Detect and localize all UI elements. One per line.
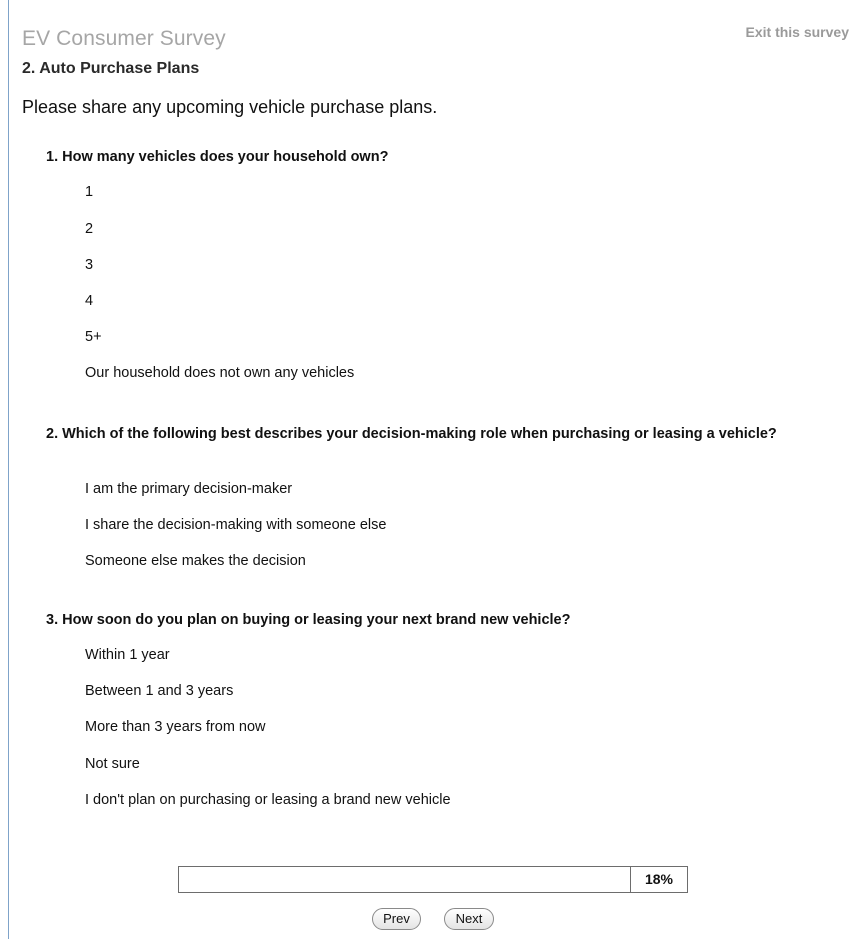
question-3-option-1[interactable]: Within 1 year <box>85 647 170 663</box>
question-3-option-5[interactable]: I don't plan on purchasing or leasing a … <box>85 792 451 808</box>
next-button[interactable]: Next <box>444 908 494 930</box>
question-1-option-5[interactable]: 5+ <box>85 329 102 345</box>
prev-button[interactable]: Prev <box>372 908 421 930</box>
question-2-option-2[interactable]: I share the decision-making with someone… <box>85 517 386 533</box>
progress-bar: 18% <box>178 866 688 893</box>
question-1-option-1[interactable]: 1 <box>85 184 93 200</box>
question-2-option-1[interactable]: I am the primary decision-maker <box>85 481 292 497</box>
progress-percent: 18% <box>644 871 674 887</box>
exit-survey-link[interactable]: Exit this survey <box>746 24 850 40</box>
question-3-option-3[interactable]: More than 3 years from now <box>85 719 266 735</box>
question-1-option-2[interactable]: 2 <box>85 221 93 237</box>
question-1-option-6[interactable]: Our household does not own any vehicles <box>85 365 354 381</box>
progress-fill <box>179 867 261 892</box>
question-3-option-4[interactable]: Not sure <box>85 756 140 772</box>
question-3-option-2[interactable]: Between 1 and 3 years <box>85 683 233 699</box>
page-title: 2. Auto Purchase Plans <box>22 60 200 77</box>
question-1-text: 1. How many vehicles does your household… <box>46 149 389 165</box>
question-1-option-3[interactable]: 3 <box>85 257 93 273</box>
survey-title: EV Consumer Survey <box>22 27 226 50</box>
question-2-option-3[interactable]: Someone else makes the decision <box>85 553 306 569</box>
question-2-text: 2. Which of the following best describes… <box>46 426 777 442</box>
question-1-option-4[interactable]: 4 <box>85 293 93 309</box>
page-intro: Please share any upcoming vehicle purcha… <box>22 97 438 117</box>
question-3-text: 3. How soon do you plan on buying or lea… <box>46 612 571 628</box>
progress-track <box>179 867 631 892</box>
